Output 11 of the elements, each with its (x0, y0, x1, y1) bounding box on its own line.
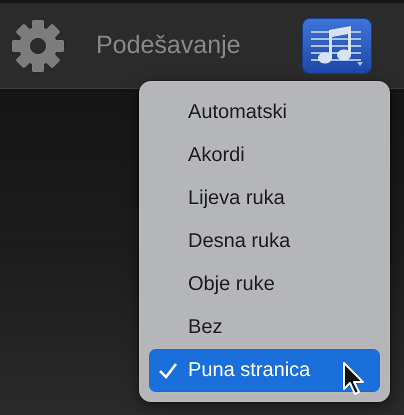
menu-item[interactable]: Akordi (149, 134, 380, 177)
menu-item[interactable]: Lijeva ruka (149, 177, 380, 220)
menu-item[interactable]: Desna ruka (149, 220, 380, 263)
menu-item[interactable]: Puna stranica (149, 349, 380, 392)
menu-item[interactable]: Obje ruke (149, 263, 380, 306)
toolbar-title: Podešavanje (96, 31, 242, 60)
music-view-button[interactable] (302, 18, 372, 74)
menu-item[interactable]: Bez (149, 306, 380, 349)
cursor-icon (342, 361, 366, 397)
settings-icon[interactable] (10, 18, 66, 74)
menu-item[interactable]: Automatski (149, 91, 380, 134)
